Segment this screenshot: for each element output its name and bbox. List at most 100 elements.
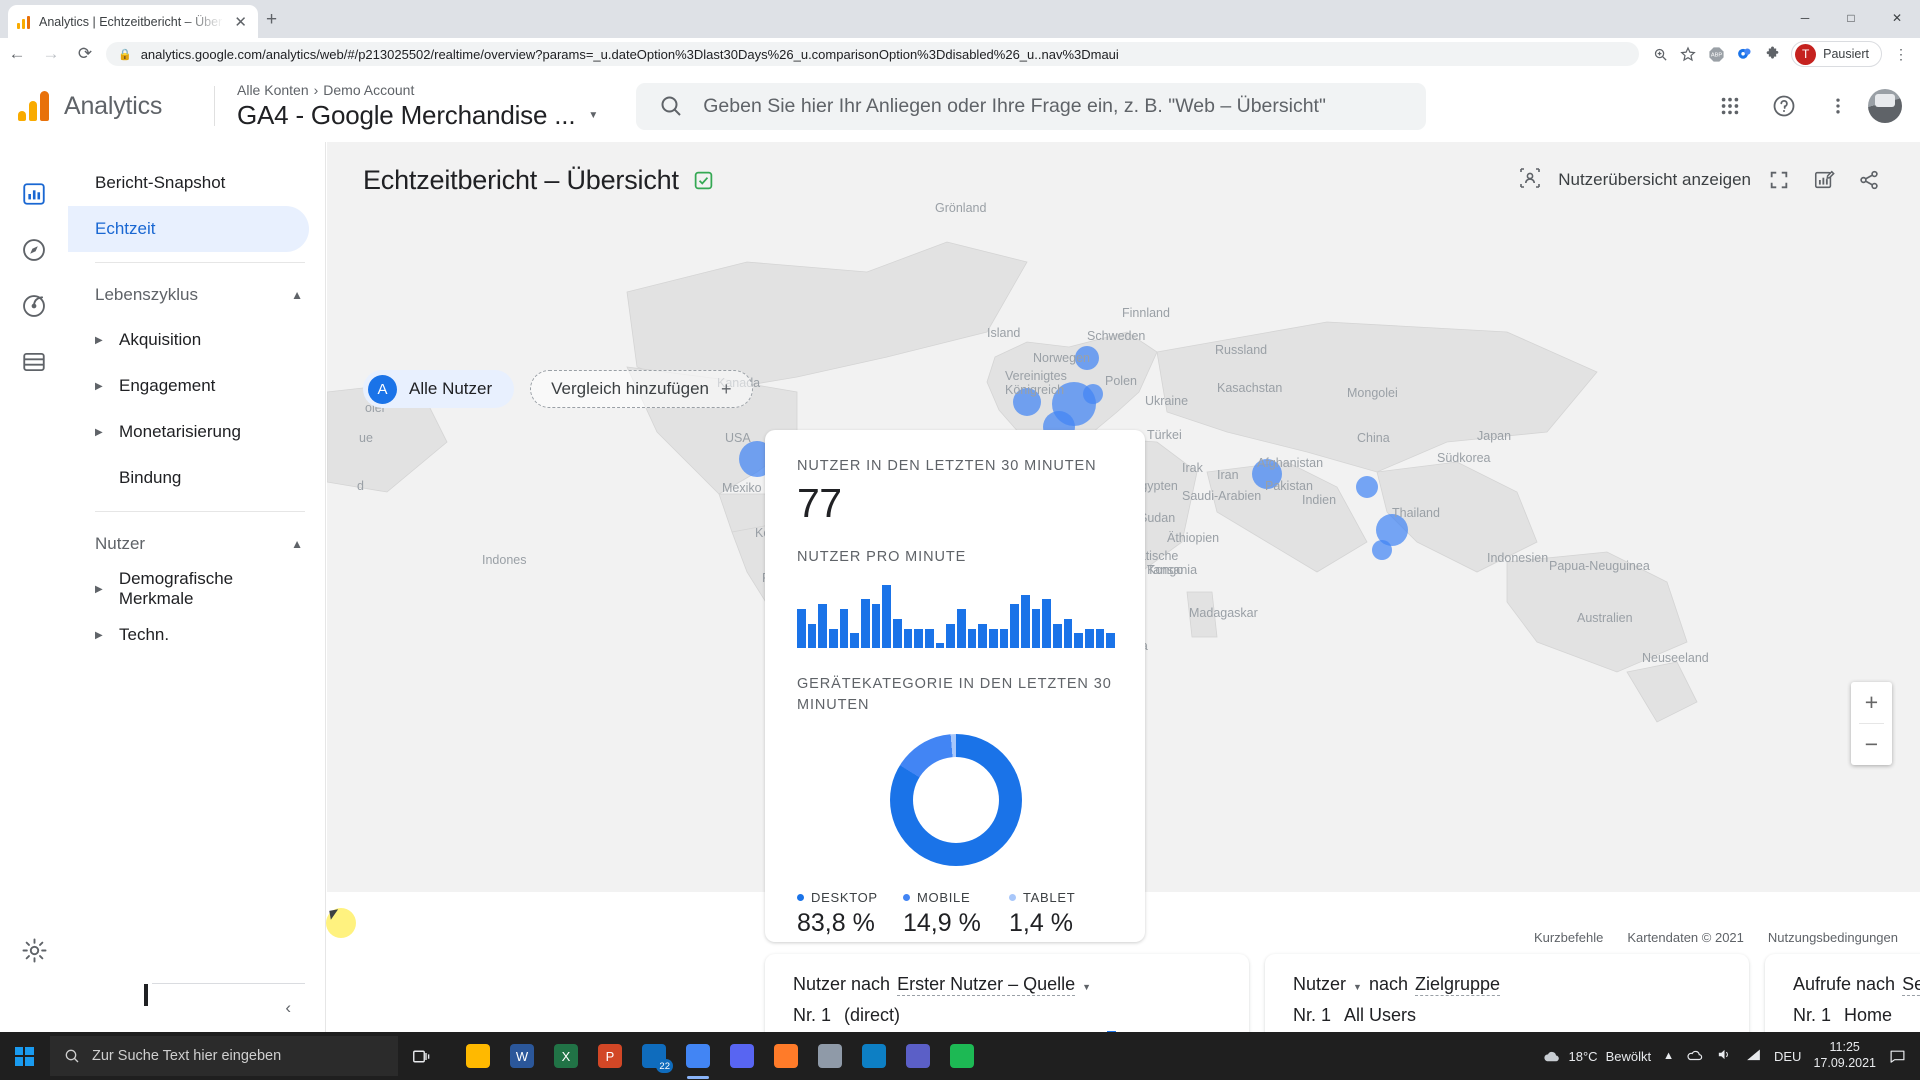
- task-view-icon[interactable]: [398, 1032, 446, 1080]
- adblock-icon[interactable]: ABP: [1703, 41, 1729, 67]
- nav-item-demografische-merkmale[interactable]: ▶ Demografische Merkmale: [68, 566, 309, 612]
- forward-arrow-icon[interactable]: →: [34, 40, 68, 68]
- dimension-link[interactable]: Erster Nutzer – Quelle: [897, 974, 1076, 996]
- nav-item-bericht-snapshot[interactable]: Bericht-Snapshot: [68, 160, 309, 206]
- nav-item-monetarisierung[interactable]: ▶ Monetarisierung: [68, 409, 309, 455]
- map-shortcuts-link[interactable]: Kurzbefehle: [1534, 930, 1603, 945]
- taskbar-app-powerpoint[interactable]: P: [590, 1036, 630, 1076]
- map-zoom-out-button[interactable]: −: [1851, 724, 1892, 765]
- kebab-menu-icon[interactable]: [1814, 82, 1862, 130]
- ga-search-box[interactable]: [636, 82, 1427, 130]
- rail-item-explore[interactable]: [0, 222, 68, 278]
- realtime-overview-card: Nutzer in den letzten 30 Minuten 77 Nutz…: [765, 430, 1145, 942]
- user-overview-button[interactable]: Nutzerübersicht anzeigen: [1518, 166, 1751, 195]
- volume-icon[interactable]: [1716, 1046, 1733, 1066]
- chip-all-users[interactable]: A Alle Nutzer: [363, 370, 515, 408]
- weather-widget[interactable]: 18°C Bewölkt: [1542, 1047, 1651, 1066]
- breadcrumb-item-account[interactable]: Alle Konten: [237, 82, 309, 98]
- profile-chip[interactable]: T Pausiert: [1791, 41, 1882, 67]
- rail-item-configure[interactable]: [0, 334, 68, 390]
- map-region-label: Saudi-Arabien: [1182, 489, 1261, 503]
- taskbar-app-mail[interactable]: 22: [634, 1036, 674, 1076]
- taskbar-app-snipping-tool[interactable]: [810, 1036, 850, 1076]
- bar: [829, 628, 838, 648]
- map-data-copyright: Kartendaten © 2021: [1627, 930, 1744, 945]
- map-region-label: USA: [725, 431, 751, 445]
- profile-label: Pausiert: [1823, 47, 1869, 61]
- start-button[interactable]: [0, 1032, 48, 1080]
- nav-group-lebenszyklus[interactable]: Lebenszyklus ▲: [68, 273, 325, 317]
- taskbar-search[interactable]: Zur Suche Text hier eingeben: [50, 1036, 398, 1076]
- search-icon: [661, 96, 681, 116]
- star-icon[interactable]: [1675, 41, 1701, 67]
- nav-item-bindung[interactable]: Bindung: [68, 455, 309, 501]
- taskbar-app-word[interactable]: W: [502, 1036, 542, 1076]
- property-selector[interactable]: GA4 - Google Merchandise ... ▼: [237, 100, 598, 131]
- chevron-down-icon[interactable]: ▼: [1082, 982, 1091, 992]
- taskbar-app-orange-app[interactable]: [766, 1036, 806, 1076]
- map-terms-link[interactable]: Nutzungsbedingungen: [1768, 930, 1898, 945]
- breadcrumb-item-demo-account[interactable]: Demo Account: [323, 82, 414, 98]
- nav-item-akquisition[interactable]: ▶ Akquisition: [68, 317, 309, 363]
- address-bar[interactable]: 🔒 analytics.google.com/analytics/web/#/p…: [106, 42, 1640, 66]
- chevron-up-icon[interactable]: ▲: [1663, 1050, 1674, 1062]
- window-maximize-button[interactable]: □: [1828, 0, 1874, 36]
- close-tab-icon[interactable]: ✕: [231, 13, 250, 32]
- ga-search-input[interactable]: [703, 94, 1404, 118]
- language-indicator[interactable]: DEU: [1774, 1049, 1801, 1064]
- page-zoom-icon[interactable]: [1647, 41, 1673, 67]
- nav-item-techn[interactable]: ▶ Techn.: [68, 612, 309, 658]
- map-bubble: [1356, 476, 1378, 498]
- add-comparison-button[interactable]: Vergleich hinzufügen +: [530, 370, 753, 408]
- map-zoom-in-button[interactable]: +: [1851, 682, 1892, 723]
- bar: [893, 618, 902, 648]
- bar: [935, 643, 945, 648]
- nav-group-nutzer[interactable]: Nutzer ▲: [68, 522, 325, 566]
- taskbar-app-discord[interactable]: [722, 1036, 762, 1076]
- nav-item-echtzeit[interactable]: Echtzeit: [68, 206, 309, 252]
- onedrive-icon[interactable]: [1686, 1046, 1704, 1067]
- pocket-icon[interactable]: [1731, 41, 1757, 67]
- rail-item-advertising[interactable]: [0, 278, 68, 334]
- fullscreen-icon[interactable]: [1762, 163, 1796, 197]
- users-30min-value: 77: [797, 480, 842, 526]
- rail-item-reports[interactable]: [0, 166, 68, 222]
- help-icon[interactable]: [1760, 82, 1808, 130]
- chevron-up-icon: ▲: [291, 288, 303, 302]
- collapse-nav-button[interactable]: ‹: [68, 984, 325, 1018]
- map-zoom-controls: + −: [1851, 682, 1892, 765]
- browser-tab[interactable]: Analytics | Echtzeitbericht – Über ✕: [8, 5, 258, 39]
- ga-logo-block[interactable]: Analytics: [0, 91, 208, 121]
- nav-item-engagement[interactable]: ▶ Engagement: [68, 363, 309, 409]
- window-close-button[interactable]: ✕: [1874, 0, 1920, 36]
- taskbar-app-file-explorer[interactable]: [458, 1036, 498, 1076]
- share-icon[interactable]: [1852, 163, 1886, 197]
- window-minimize-button[interactable]: ─: [1782, 0, 1828, 36]
- taskbar-app-teams[interactable]: [898, 1036, 938, 1076]
- window-controls: ─ □ ✕: [1782, 0, 1920, 36]
- gear-icon[interactable]: [0, 922, 68, 978]
- edit-report-icon[interactable]: [1807, 163, 1841, 197]
- reload-icon[interactable]: ⟳: [68, 40, 102, 68]
- clock-date: 17.09.2021: [1813, 1056, 1876, 1070]
- device-category-donut-chart: [890, 734, 1022, 867]
- user-avatar[interactable]: [1868, 89, 1902, 123]
- back-arrow-icon[interactable]: ←: [0, 40, 34, 68]
- chevron-down-icon[interactable]: ▼: [1353, 982, 1362, 992]
- notification-icon[interactable]: [1888, 1048, 1906, 1065]
- network-icon[interactable]: [1745, 1046, 1762, 1066]
- map-region-label: ue: [359, 431, 373, 445]
- taskbar-app-chrome[interactable]: [678, 1036, 718, 1076]
- dimension-link[interactable]: Zielgruppe: [1414, 974, 1501, 996]
- taskbar-app-spotify[interactable]: [942, 1036, 982, 1076]
- taskbar-app-edge[interactable]: [854, 1036, 894, 1076]
- legend-dot: [903, 894, 910, 902]
- dimension-link[interactable]: Seitentitel und Bildschirmname: [1902, 974, 1920, 996]
- kebab-menu-icon[interactable]: ⋮: [1888, 41, 1914, 67]
- clock[interactable]: 11:25 17.09.2021: [1813, 1040, 1876, 1071]
- taskbar-app-excel[interactable]: X: [546, 1036, 586, 1076]
- chevron-up-icon: ▲: [291, 537, 303, 551]
- puzzle-icon[interactable]: [1759, 41, 1785, 67]
- new-tab-button[interactable]: +: [266, 9, 277, 31]
- apps-grid-icon[interactable]: [1706, 82, 1754, 130]
